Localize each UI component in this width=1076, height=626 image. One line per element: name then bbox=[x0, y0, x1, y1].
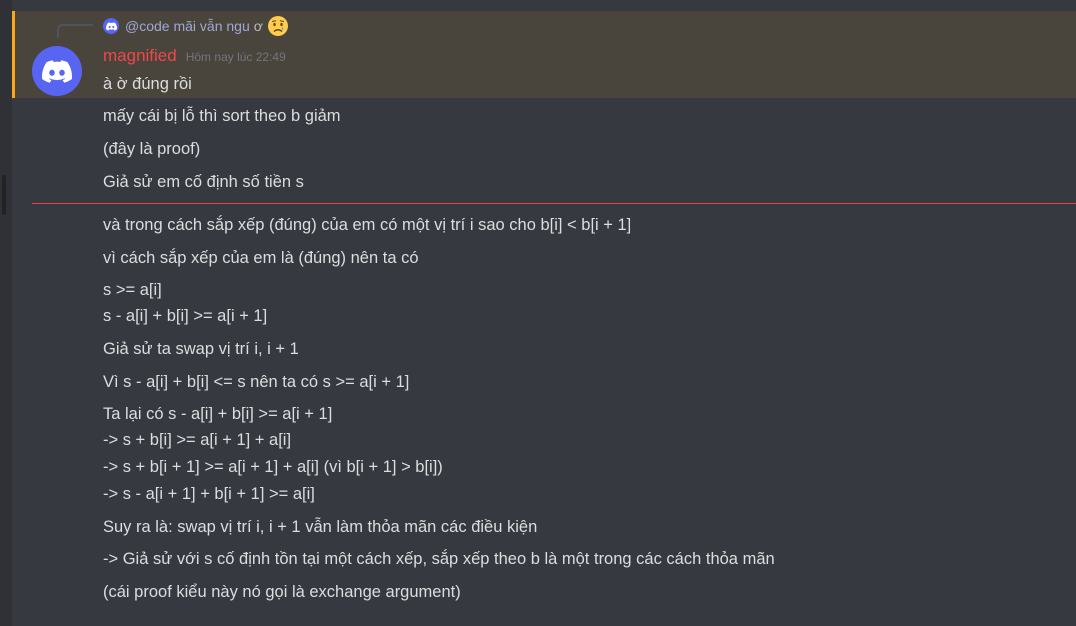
message-line: Vì s - a[i] + b[i] <= s nên ta có s >= a… bbox=[103, 373, 410, 391]
message-line: vì cách sắp xếp của em là (đúng) nên ta … bbox=[103, 249, 419, 267]
reply-mention[interactable]: @code mãi vẫn ngu bbox=[125, 18, 250, 34]
message-line: à ờ đúng rồi bbox=[103, 75, 192, 93]
channel-sidebar-edge bbox=[0, 0, 12, 626]
reply-reference[interactable]: @code mãi vẫn ngu ơ bbox=[103, 15, 289, 37]
message-line: -> s - a[i + 1] + b[i + 1] >= a[i] bbox=[103, 485, 315, 503]
message-line: Giả sử em cố định số tiền s bbox=[103, 173, 304, 191]
reply-spine bbox=[57, 24, 93, 38]
message-line: mấy cái bị lỗ thì sort theo b giảm bbox=[103, 107, 341, 125]
message-line: -> s + b[i] >= a[i + 1] + a[i] bbox=[103, 431, 292, 449]
message-line: (cái proof kiểu này nó gọi là exchange a… bbox=[103, 583, 461, 601]
message-line: Suy ra là: swap vị trí i, i + 1 vẫn làm … bbox=[103, 518, 538, 536]
message-line: s - a[i] + b[i] >= a[i + 1] bbox=[103, 307, 268, 325]
message-line: s >= a[i] bbox=[103, 281, 162, 299]
username[interactable]: magnified bbox=[103, 46, 177, 66]
crying-face-emoji-icon bbox=[267, 15, 289, 37]
timestamp[interactable]: Hôm nay lúc 22:49 bbox=[186, 50, 286, 64]
new-messages-divider bbox=[32, 203, 1076, 204]
message-line: -> Giả sử với s cố định tồn tại một cách… bbox=[103, 550, 775, 568]
mention-bar bbox=[12, 11, 15, 98]
message-line: và trong cách sắp xếp (đúng) của em có m… bbox=[103, 216, 632, 234]
avatar-discord-icon[interactable] bbox=[32, 46, 82, 96]
message-line: (đây là proof) bbox=[103, 140, 201, 158]
message-line: Ta lại có s - a[i] + b[i] >= a[i + 1] bbox=[103, 405, 333, 423]
message-line: Giả sử ta swap vị trí i, i + 1 bbox=[103, 340, 299, 358]
scrollbar-thumb[interactable] bbox=[2, 175, 6, 215]
message-header: magnified Hôm nay lúc 22:49 bbox=[103, 46, 286, 68]
reply-avatar-discord-icon[interactable] bbox=[103, 18, 119, 34]
message-line: -> s + b[i + 1] >= a[i + 1] + a[i] (vì b… bbox=[103, 458, 443, 476]
reply-text: ơ bbox=[253, 18, 263, 34]
